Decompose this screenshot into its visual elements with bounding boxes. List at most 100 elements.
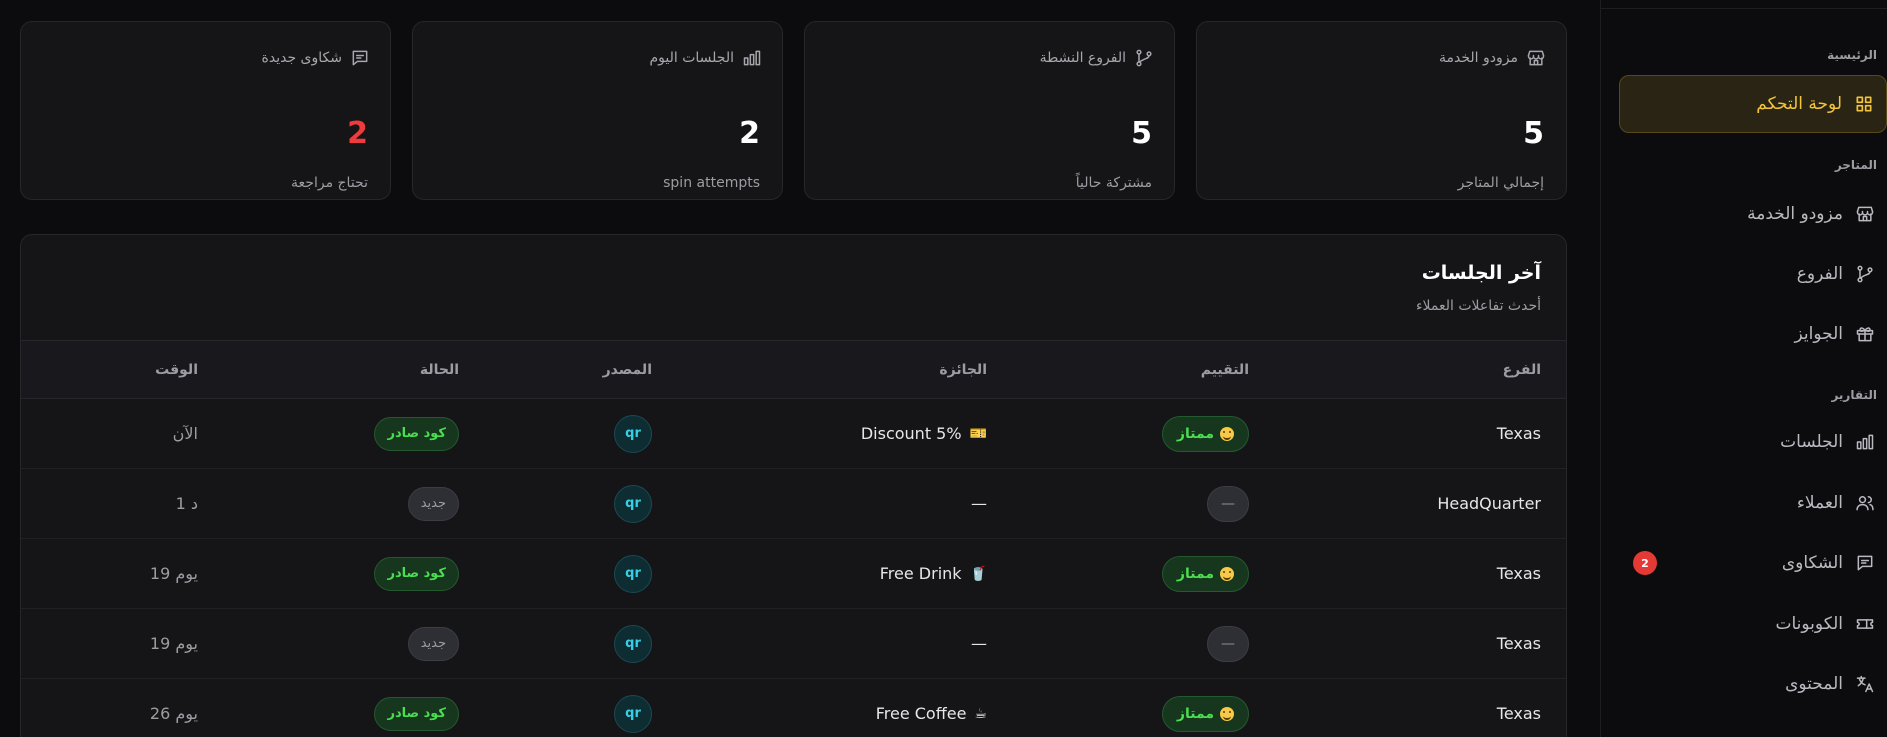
- stat-subtitle: spin attempts: [663, 175, 760, 191]
- table-header: الفرع التقييم الجائزة المصدر الحالة الوق…: [21, 341, 1566, 399]
- prize: ☕ Free Coffee: [876, 704, 987, 723]
- prize-label: Free Coffee: [875, 704, 967, 723]
- sidebar-item-content[interactable]: المحتوى: [1619, 655, 1887, 713]
- col-source[interactable]: المصدر: [603, 341, 652, 398]
- sidebar-item-label: الكوبونات: [1775, 614, 1843, 634]
- stat-subtitle: مشتركة حالياً: [1075, 175, 1152, 191]
- cell-branch: Texas: [1496, 634, 1541, 653]
- sidebar-item-coupons[interactable]: الكوبونات: [1619, 595, 1887, 653]
- table-row[interactable]: Texas ممتاز 🥤 Free Drink qr كود صادر 19 ي…: [21, 539, 1566, 609]
- rating-badge: ممتاز: [1161, 695, 1249, 732]
- sidebar: الرئيسية لوحة التحكم المتاجر مزودو الخدم…: [1600, 0, 1887, 737]
- branch-icon: [1857, 265, 1873, 283]
- cell-branch: Texas: [1496, 424, 1541, 443]
- stat-subtitle: تحتاج مراجعة: [291, 175, 368, 191]
- stat-title: الفروع النشطة: [1039, 50, 1126, 66]
- stat-card-sessions[interactable]: الجلسات اليوم 2 spin attempts: [412, 21, 783, 200]
- complaint-icon: [1857, 555, 1873, 571]
- panel-subtitle: أحدث تفاعلات العملاء: [1415, 298, 1541, 314]
- ticket-icon: [1856, 619, 1874, 629]
- table-row[interactable]: Texas ممتاز ☕ Free Coffee qr كود صادر 26 …: [21, 679, 1566, 737]
- chart-icon: [743, 50, 761, 66]
- rating-badge: ممتاز: [1161, 415, 1249, 452]
- sidebar-item-complaints[interactable]: الشكاوى 2: [1619, 534, 1887, 592]
- cell-branch: Texas: [1496, 704, 1541, 723]
- source-badge: qr: [614, 624, 652, 663]
- stat-title: مزودو الخدمة: [1439, 50, 1518, 66]
- smile-icon: [1220, 706, 1234, 721]
- cell-time: الآن: [172, 424, 198, 443]
- store-icon: [1527, 50, 1545, 66]
- chart-icon: [1856, 434, 1874, 450]
- prize-label: —: [971, 494, 987, 513]
- dashboard-icon: [1856, 96, 1872, 112]
- table-row[interactable]: Texas — — qr جديد 19 يوم: [21, 609, 1566, 679]
- stats-row: مزودو الخدمة 5 إجمالي المتاجر الفروع الن…: [20, 21, 1567, 200]
- sidebar-item-customers[interactable]: العملاء: [1619, 474, 1887, 532]
- smile-icon: [1220, 566, 1234, 581]
- coffee-icon: ☕: [974, 705, 987, 722]
- col-time[interactable]: الوقت: [155, 341, 198, 398]
- translate-icon: [1856, 675, 1874, 693]
- sidebar-item-label: الفروع: [1796, 264, 1843, 284]
- prize: 🎫 Discount 5%: [861, 424, 987, 443]
- sidebar-item-label: العملاء: [1796, 493, 1843, 513]
- stat-subtitle: إجمالي المتاجر: [1457, 175, 1544, 191]
- users-icon: [1856, 496, 1874, 511]
- divider: [1601, 8, 1887, 9]
- gift-icon: [1856, 327, 1874, 342]
- table-row[interactable]: HeadQuarter — — qr جديد 1 د: [21, 469, 1566, 539]
- stat-value: 2: [347, 116, 368, 151]
- source-badge: qr: [614, 694, 652, 733]
- rating-badge: —: [1207, 485, 1249, 522]
- sidebar-item-label: الجوايز: [1794, 324, 1844, 344]
- rating-badge: —: [1207, 625, 1249, 662]
- drink-icon: 🥤: [969, 565, 987, 582]
- sidebar-item-prizes[interactable]: الجوايز: [1619, 305, 1887, 363]
- stat-value: 5: [1523, 116, 1544, 151]
- ticket-icon: 🎫: [969, 425, 987, 442]
- col-branch[interactable]: الفرع: [1503, 341, 1541, 398]
- complaint-icon: [352, 50, 368, 66]
- sidebar-item-sessions[interactable]: الجلسات: [1619, 413, 1887, 471]
- cell-time: 19 يوم: [149, 564, 198, 583]
- stat-title: الجلسات اليوم: [649, 50, 735, 66]
- section-home: الرئيسية: [1827, 48, 1877, 62]
- rating-label: ممتاز: [1176, 425, 1214, 442]
- source-badge: qr: [614, 554, 652, 593]
- sidebar-item-label: الشكاوى: [1781, 553, 1843, 573]
- panel-title: آخر الجلسات: [1421, 262, 1541, 284]
- sidebar-item-label: الجلسات: [1780, 432, 1843, 452]
- stat-card-providers[interactable]: مزودو الخدمة 5 إجمالي المتاجر: [1196, 21, 1567, 200]
- status-badge: كود صادر: [374, 416, 459, 451]
- stat-card-complaints[interactable]: شكاوى جديدة 2 تحتاج مراجعة: [20, 21, 391, 200]
- complaints-count-badge: 2: [1633, 551, 1657, 575]
- sidebar-item-label: المحتوى: [1785, 674, 1843, 694]
- cell-time: 26 يوم: [149, 704, 198, 723]
- sidebar-item-providers[interactable]: مزودو الخدمة: [1619, 185, 1887, 243]
- col-rating[interactable]: التقييم: [1201, 341, 1249, 398]
- stat-title: شكاوى جديدة: [261, 50, 342, 66]
- cell-branch: HeadQuarter: [1437, 494, 1541, 513]
- main-content: مزودو الخدمة 5 إجمالي المتاجر الفروع الن…: [0, 0, 1600, 737]
- section-stores: المتاجر: [1834, 158, 1877, 172]
- cell-time: 1 د: [175, 494, 198, 513]
- sidebar-item-dashboard[interactable]: لوحة التحكم: [1619, 75, 1887, 133]
- source-badge: qr: [614, 484, 652, 523]
- app: مزودو الخدمة 5 إجمالي المتاجر الفروع الن…: [0, 0, 1887, 737]
- col-status[interactable]: الحالة: [420, 341, 459, 398]
- sidebar-item-branches[interactable]: الفروع: [1619, 245, 1887, 303]
- col-prize[interactable]: الجائزة: [939, 341, 987, 398]
- rating-label: ممتاز: [1176, 705, 1214, 722]
- cell-branch: Texas: [1496, 564, 1541, 583]
- prize-label: Discount 5%: [860, 424, 962, 443]
- stat-value: 5: [1131, 116, 1152, 151]
- prize-label: Free Drink: [879, 564, 962, 583]
- rating-badge: ممتاز: [1161, 555, 1249, 592]
- table-row[interactable]: Texas ممتاز 🎫 Discount 5% qr كود صادر الآ…: [21, 399, 1566, 469]
- status-badge: جديد: [407, 486, 459, 521]
- smile-icon: [1220, 426, 1234, 441]
- store-icon: [1856, 206, 1874, 222]
- status-badge: كود صادر: [374, 556, 459, 591]
- stat-card-branches[interactable]: الفروع النشطة 5 مشتركة حالياً: [804, 21, 1175, 200]
